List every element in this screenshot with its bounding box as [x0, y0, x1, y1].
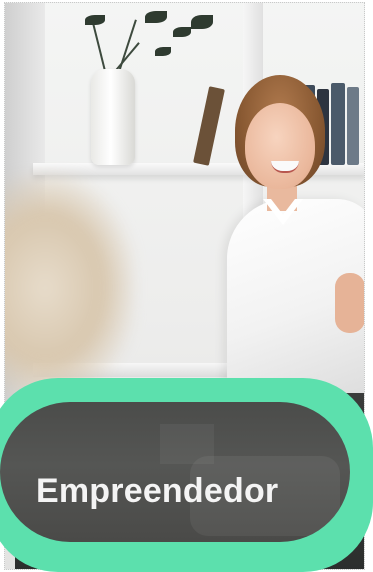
photo-plant-leaf — [85, 15, 105, 25]
photo-person-face — [245, 103, 315, 189]
photo-person-hand — [335, 273, 364, 333]
photo-book — [331, 83, 345, 165]
photo-plant-leaf — [191, 15, 213, 29]
photo-plant-leaf — [173, 27, 191, 37]
category-label: Empreendedor — [36, 472, 279, 510]
photo-foreground-blur — [5, 173, 135, 403]
photo-book — [347, 87, 359, 165]
photo-plant-leaf — [145, 11, 167, 23]
photo-book — [193, 86, 225, 166]
photo-plant-stem — [92, 24, 107, 76]
photo-plant-leaf — [155, 47, 171, 56]
photo-vase — [91, 69, 135, 165]
